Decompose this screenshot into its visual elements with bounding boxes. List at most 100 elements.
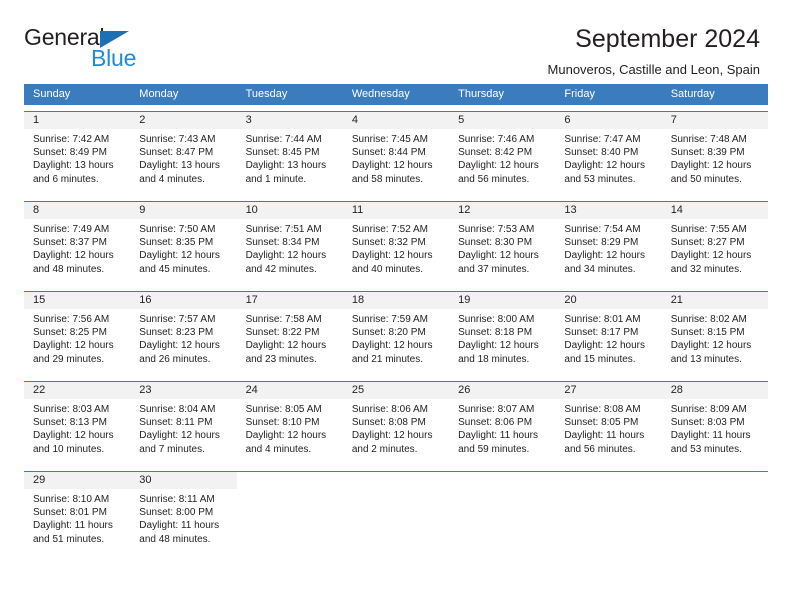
day-number-band: 26: [449, 382, 556, 399]
daylight-text-line1: Daylight: 12 hours: [351, 250, 433, 262]
sunrise-text: Sunrise: 7:52 AM: [351, 224, 428, 235]
sunrise-text: Sunrise: 7:55 AM: [670, 224, 747, 235]
day-cell[interactable]: 27 Sunrise: 8:08 AM Sunset: 8:05 PM Dayl…: [555, 382, 662, 465]
day-number-band: [555, 472, 661, 489]
day-cell[interactable]: 13 Sunrise: 7:54 AM Sunset: 8:29 PM Dayl…: [555, 202, 662, 285]
day-cell[interactable]: 8 Sunrise: 7:49 AM Sunset: 8:37 PM Dayli…: [24, 202, 131, 285]
day-cell[interactable]: 30 Sunrise: 8:11 AM Sunset: 8:00 PM Dayl…: [130, 472, 237, 555]
week-row: 8 Sunrise: 7:49 AM Sunset: 8:37 PM Dayli…: [24, 201, 768, 285]
week-row: 29 Sunrise: 8:10 AM Sunset: 8:01 PM Dayl…: [24, 471, 768, 555]
day-details: Sunrise: 8:01 AM Sunset: 8:17 PM Dayligh…: [555, 309, 661, 366]
day-number-band: 18: [342, 292, 450, 309]
daylight-text-line2: and 15 minutes.: [564, 353, 636, 365]
day-cell[interactable]: 15 Sunrise: 7:56 AM Sunset: 8:25 PM Dayl…: [24, 292, 131, 375]
day-cell[interactable]: 21 Sunrise: 8:02 AM Sunset: 8:15 PM Dayl…: [661, 292, 768, 375]
day-details: Sunrise: 8:00 AM Sunset: 8:18 PM Dayligh…: [449, 309, 555, 366]
day-number: 6: [564, 114, 571, 126]
daylight-text-line1: Daylight: 12 hours: [458, 340, 539, 352]
day-number: 21: [670, 294, 683, 306]
daylight-text-line2: and 53 minutes.: [564, 173, 636, 185]
day-cell[interactable]: 19 Sunrise: 8:00 AM Sunset: 8:18 PM Dayl…: [449, 292, 556, 375]
daylight-text-line1: Daylight: 12 hours: [139, 430, 220, 442]
day-cell[interactable]: 1 Sunrise: 7:42 AM Sunset: 8:49 PM Dayli…: [24, 112, 131, 195]
day-cell[interactable]: 29 Sunrise: 8:10 AM Sunset: 8:01 PM Dayl…: [24, 472, 131, 555]
day-number: 12: [458, 204, 471, 216]
day-cell[interactable]: 20 Sunrise: 8:01 AM Sunset: 8:17 PM Dayl…: [555, 292, 662, 375]
day-cell[interactable]: 26 Sunrise: 8:07 AM Sunset: 8:06 PM Dayl…: [449, 382, 556, 465]
day-cell[interactable]: 18 Sunrise: 7:59 AM Sunset: 8:20 PM Dayl…: [342, 292, 450, 375]
sunrise-text: Sunrise: 7:59 AM: [351, 314, 428, 325]
day-cell[interactable]: 25 Sunrise: 8:06 AM Sunset: 8:08 PM Dayl…: [342, 382, 450, 465]
day-cell[interactable]: 24 Sunrise: 8:05 AM Sunset: 8:10 PM Dayl…: [236, 382, 343, 465]
calendar-page: General Blue September 2024 Munoveros, C…: [0, 0, 792, 612]
daylight-text-line1: Daylight: 12 hours: [670, 160, 752, 172]
day-cell[interactable]: 16 Sunrise: 7:57 AM Sunset: 8:23 PM Dayl…: [130, 292, 237, 375]
day-cell[interactable]: 3 Sunrise: 7:44 AM Sunset: 8:45 PM Dayli…: [236, 112, 343, 195]
brand-logo[interactable]: General Blue: [24, 26, 144, 74]
sunset-text: Sunset: 8:40 PM: [564, 147, 639, 159]
day-cell[interactable]: 2 Sunrise: 7:43 AM Sunset: 8:47 PM Dayli…: [130, 112, 237, 195]
day-number-band: 13: [555, 202, 662, 219]
day-number-band: 28: [661, 382, 768, 399]
daylight-text-line2: and 50 minutes.: [670, 173, 742, 185]
sunset-text: Sunset: 8:08 PM: [351, 417, 426, 429]
daylight-text-line2: and 34 minutes.: [564, 263, 636, 275]
weekday-header-row: Sunday Monday Tuesday Wednesday Thursday…: [24, 84, 768, 105]
day-cell[interactable]: 14 Sunrise: 7:55 AM Sunset: 8:27 PM Dayl…: [661, 202, 768, 285]
day-details: Sunrise: 8:03 AM Sunset: 8:13 PM Dayligh…: [24, 399, 130, 456]
sunset-text: Sunset: 8:45 PM: [245, 147, 320, 159]
day-cell[interactable]: 17 Sunrise: 7:58 AM Sunset: 8:22 PM Dayl…: [236, 292, 343, 375]
day-number: 27: [564, 384, 577, 396]
day-details: Sunrise: 7:47 AM Sunset: 8:40 PM Dayligh…: [555, 129, 661, 186]
day-cell[interactable]: 23 Sunrise: 8:04 AM Sunset: 8:11 PM Dayl…: [130, 382, 237, 465]
day-details: Sunrise: 8:08 AM Sunset: 8:05 PM Dayligh…: [555, 399, 661, 456]
day-cell[interactable]: 9 Sunrise: 7:50 AM Sunset: 8:35 PM Dayli…: [130, 202, 237, 285]
sunset-text: Sunset: 8:42 PM: [458, 147, 533, 159]
sunset-text: Sunset: 8:05 PM: [564, 417, 639, 429]
sunrise-text: Sunrise: 7:48 AM: [670, 134, 747, 145]
day-cell[interactable]: 11 Sunrise: 7:52 AM Sunset: 8:32 PM Dayl…: [342, 202, 450, 285]
day-details: Sunrise: 7:43 AM Sunset: 8:47 PM Dayligh…: [130, 129, 236, 186]
location-subtitle: Munoveros, Castille and Leon, Spain: [547, 62, 760, 78]
day-number: 22: [33, 384, 46, 396]
daylight-text-line2: and 6 minutes.: [33, 173, 99, 185]
sunset-text: Sunset: 8:47 PM: [139, 147, 214, 159]
day-number: 7: [670, 114, 677, 126]
day-cell-empty: [555, 472, 662, 555]
day-cell[interactable]: 4 Sunrise: 7:45 AM Sunset: 8:44 PM Dayli…: [342, 112, 450, 195]
day-cell[interactable]: 5 Sunrise: 7:46 AM Sunset: 8:42 PM Dayli…: [449, 112, 556, 195]
sunset-text: Sunset: 8:00 PM: [139, 507, 214, 519]
day-number: 24: [245, 384, 258, 396]
day-cell[interactable]: 7 Sunrise: 7:48 AM Sunset: 8:39 PM Dayli…: [661, 112, 768, 195]
sunset-text: Sunset: 8:11 PM: [139, 417, 213, 429]
daylight-text-line1: Daylight: 12 hours: [245, 340, 327, 352]
daylight-text-line1: Daylight: 12 hours: [139, 250, 220, 262]
day-details: Sunrise: 7:42 AM Sunset: 8:49 PM Dayligh…: [24, 129, 130, 186]
sunrise-text: Sunrise: 7:51 AM: [245, 224, 322, 235]
day-number-band: 7: [661, 112, 768, 129]
daylight-text-line1: Daylight: 11 hours: [33, 520, 113, 532]
day-number: 17: [245, 294, 258, 306]
day-cell[interactable]: 22 Sunrise: 8:03 AM Sunset: 8:13 PM Dayl…: [24, 382, 131, 465]
day-number: 28: [670, 384, 683, 396]
day-number: 19: [458, 294, 471, 306]
daylight-text-line2: and 2 minutes.: [351, 443, 418, 455]
daylight-text-line2: and 48 minutes.: [139, 533, 211, 545]
day-number-band: 5: [449, 112, 556, 129]
day-number: 15: [33, 294, 46, 306]
sunrise-text: Sunrise: 8:07 AM: [458, 404, 535, 415]
day-details: Sunrise: 8:04 AM Sunset: 8:11 PM Dayligh…: [130, 399, 236, 456]
weekday-friday: Friday: [564, 88, 595, 100]
day-number-band: 19: [449, 292, 556, 309]
day-cell[interactable]: 10 Sunrise: 7:51 AM Sunset: 8:34 PM Dayl…: [236, 202, 343, 285]
daylight-text-line1: Daylight: 12 hours: [33, 340, 114, 352]
daylight-text-line2: and 23 minutes.: [245, 353, 317, 365]
day-number-band: [237, 472, 343, 489]
day-details: Sunrise: 7:44 AM Sunset: 8:45 PM Dayligh…: [237, 129, 343, 186]
day-cell[interactable]: 12 Sunrise: 7:53 AM Sunset: 8:30 PM Dayl…: [449, 202, 556, 285]
daylight-text-line1: Daylight: 12 hours: [245, 250, 327, 262]
day-cell[interactable]: 28 Sunrise: 8:09 AM Sunset: 8:03 PM Dayl…: [661, 382, 768, 465]
day-cell[interactable]: 6 Sunrise: 7:47 AM Sunset: 8:40 PM Dayli…: [555, 112, 662, 195]
sunset-text: Sunset: 8:25 PM: [33, 327, 107, 339]
day-cell-empty: [661, 472, 768, 555]
